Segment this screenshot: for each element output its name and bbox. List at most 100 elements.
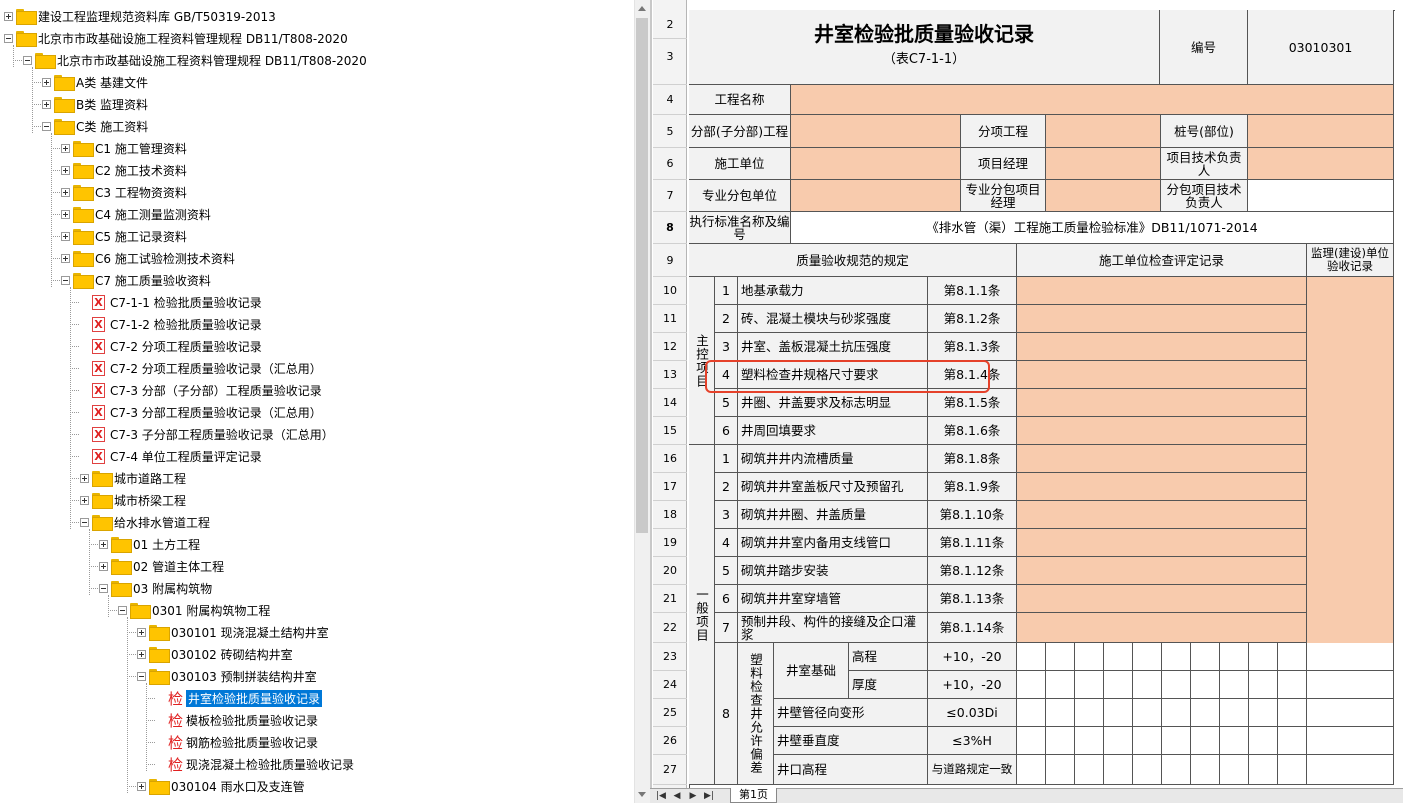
measurement-cell[interactable] [1249,643,1278,671]
tree-node-label[interactable]: C7-4 单位工程质量评定记录 [110,448,262,465]
inspection-field[interactable] [1017,501,1307,529]
prev-sheet-icon[interactable]: ◀ [670,790,684,802]
row-number[interactable]: 11 [653,305,687,333]
tree-node[interactable]: 02 管道主体工程 [99,555,224,577]
measurement-cell[interactable] [1162,643,1191,671]
expand-icon[interactable] [42,77,51,87]
row-number[interactable]: 9 [653,244,687,277]
tree-node[interactable]: C7 施工质量验收资料 [61,269,211,291]
measurement-cell[interactable] [1220,699,1249,727]
project-name-field[interactable] [791,85,1394,115]
measurement-cell[interactable] [1017,699,1046,727]
measurement-cell[interactable] [1220,755,1249,785]
tree-node-label[interactable]: 030101 现浇混凝土结构井室 [171,624,329,641]
measurement-cell[interactable] [1191,671,1220,699]
measurement-cell[interactable] [1191,643,1220,671]
tree-node-label[interactable]: 北京市市政基础设施工程资料管理规程 DB11/T808-2020 [38,30,348,47]
measurement-cell[interactable] [1162,699,1191,727]
scroll-down-icon[interactable] [638,792,646,797]
tree-node[interactable]: 030102 砖砌结构井室 [137,643,293,665]
row-number[interactable]: 24 [653,671,687,699]
tech-lead-field[interactable] [1248,148,1394,180]
measurement-cell[interactable] [1249,755,1278,785]
collapse-icon[interactable] [118,605,127,615]
construction-unit-field[interactable] [791,148,961,180]
tree-node[interactable]: C3 工程物资资料 [61,181,187,203]
inspection-field[interactable] [1017,305,1307,333]
measurement-cell[interactable] [1220,671,1249,699]
expand-icon[interactable] [61,231,70,241]
expand-icon[interactable] [61,209,70,219]
row-number[interactable]: 22 [653,613,687,643]
tree-scrollbar-thumb[interactable] [636,18,648,533]
expand-icon[interactable] [4,11,13,21]
inspection-field[interactable] [1017,417,1307,445]
measurement-cell[interactable] [1278,699,1307,727]
tree-node[interactable]: X C7-2 分项工程质量验收记录 [80,335,262,357]
inspection-field[interactable] [1017,557,1307,585]
row-number[interactable]: 20 [653,557,687,585]
measurement-cell[interactable] [1017,643,1046,671]
row-number[interactable]: 17 [653,473,687,501]
tree-node[interactable]: 给水排水管道工程 [80,511,210,533]
tree-node[interactable]: C4 施工测量监测资料 [61,203,211,225]
measurement-cell[interactable] [1017,671,1046,699]
tree-node-label[interactable]: 现浇混凝土检验批质量验收记录 [186,756,354,773]
row-number[interactable]: 3 [653,29,687,85]
inspection-field[interactable] [1017,529,1307,557]
collapse-icon[interactable] [61,275,70,285]
tree-node-label[interactable]: C7 施工质量验收资料 [95,272,211,289]
tree-node-label[interactable]: C7-3 子分部工程质量验收记录（汇总用） [110,426,334,443]
measurement-cell[interactable] [1249,671,1278,699]
sub-pm-field[interactable] [1046,180,1161,212]
tree-node[interactable]: 030103 预制拼装结构井室 [137,665,317,687]
supervision-field[interactable] [1307,643,1394,671]
inspection-field[interactable] [1017,585,1307,613]
measurement-cell[interactable] [1017,755,1046,785]
measurement-cell[interactable] [1104,755,1133,785]
tree-node-label[interactable]: A类 基建文件 [76,74,148,91]
inspection-field[interactable] [1017,473,1307,501]
tree-node[interactable]: 检钢筋检验批质量验收记录 [156,731,318,753]
last-sheet-icon[interactable]: ▶| [702,790,716,802]
tree-node[interactable]: C类 施工资料 [42,115,148,137]
tree-node[interactable]: 03 附属构筑物 [99,577,212,599]
tree-node-label[interactable]: 城市桥梁工程 [114,492,186,509]
tree-node-label[interactable]: C7-3 分部工程质量验收记录（汇总用） [110,404,322,421]
expand-icon[interactable] [61,143,70,153]
tree-node-label[interactable]: C7-1-1 检验批质量验收记录 [110,294,262,311]
tree-node-label[interactable]: 北京市市政基础设施工程资料管理规程 DB11/T808-2020 [57,52,367,69]
inspection-field[interactable] [1017,445,1307,473]
tree-node[interactable]: C1 施工管理资料 [61,137,187,159]
measurement-cell[interactable] [1278,643,1307,671]
subcontractor-field[interactable] [791,180,961,212]
expand-icon[interactable] [99,561,108,571]
tree-node-label[interactable]: 03 附属构筑物 [133,580,212,597]
supervision-field[interactable] [1307,727,1394,755]
tree-node-label[interactable]: C3 工程物资资料 [95,184,187,201]
measurement-cell[interactable] [1104,699,1133,727]
measurement-cell[interactable] [1075,643,1104,671]
row-number[interactable]: 19 [653,529,687,557]
expand-icon[interactable] [61,187,70,197]
tree-node[interactable]: 030104 雨水口及支连管 [137,775,305,797]
tree-node[interactable]: 城市道路工程 [80,467,186,489]
tree-node[interactable]: A类 基建文件 [42,71,148,93]
row-number[interactable]: 6 [653,148,687,180]
measurement-cell[interactable] [1104,643,1133,671]
tree-node-label[interactable]: 建设工程监理规范资料库 GB/T50319-2013 [38,8,276,25]
tree-node-label[interactable]: 030103 预制拼装结构井室 [171,668,317,685]
inspection-field[interactable] [1017,613,1307,643]
measurement-cell[interactable] [1046,727,1075,755]
expand-icon[interactable] [137,627,146,637]
supervision-field[interactable] [1307,699,1394,727]
subitem-field[interactable] [1046,115,1161,148]
row-number[interactable]: 10 [653,277,687,305]
tree-node[interactable]: 检井室检验批质量验收记录 [156,687,323,709]
tree-node-label[interactable]: 030102 砖砌结构井室 [171,646,293,663]
tree-node-label[interactable]: C5 施工记录资料 [95,228,187,245]
tree-node-label[interactable]: C4 施工测量监测资料 [95,206,211,223]
tree-node[interactable]: X C7-1-1 检验批质量验收记录 [80,291,262,313]
tree-node[interactable]: X C7-1-2 检验批质量验收记录 [80,313,262,335]
inspection-field[interactable] [1017,389,1307,417]
